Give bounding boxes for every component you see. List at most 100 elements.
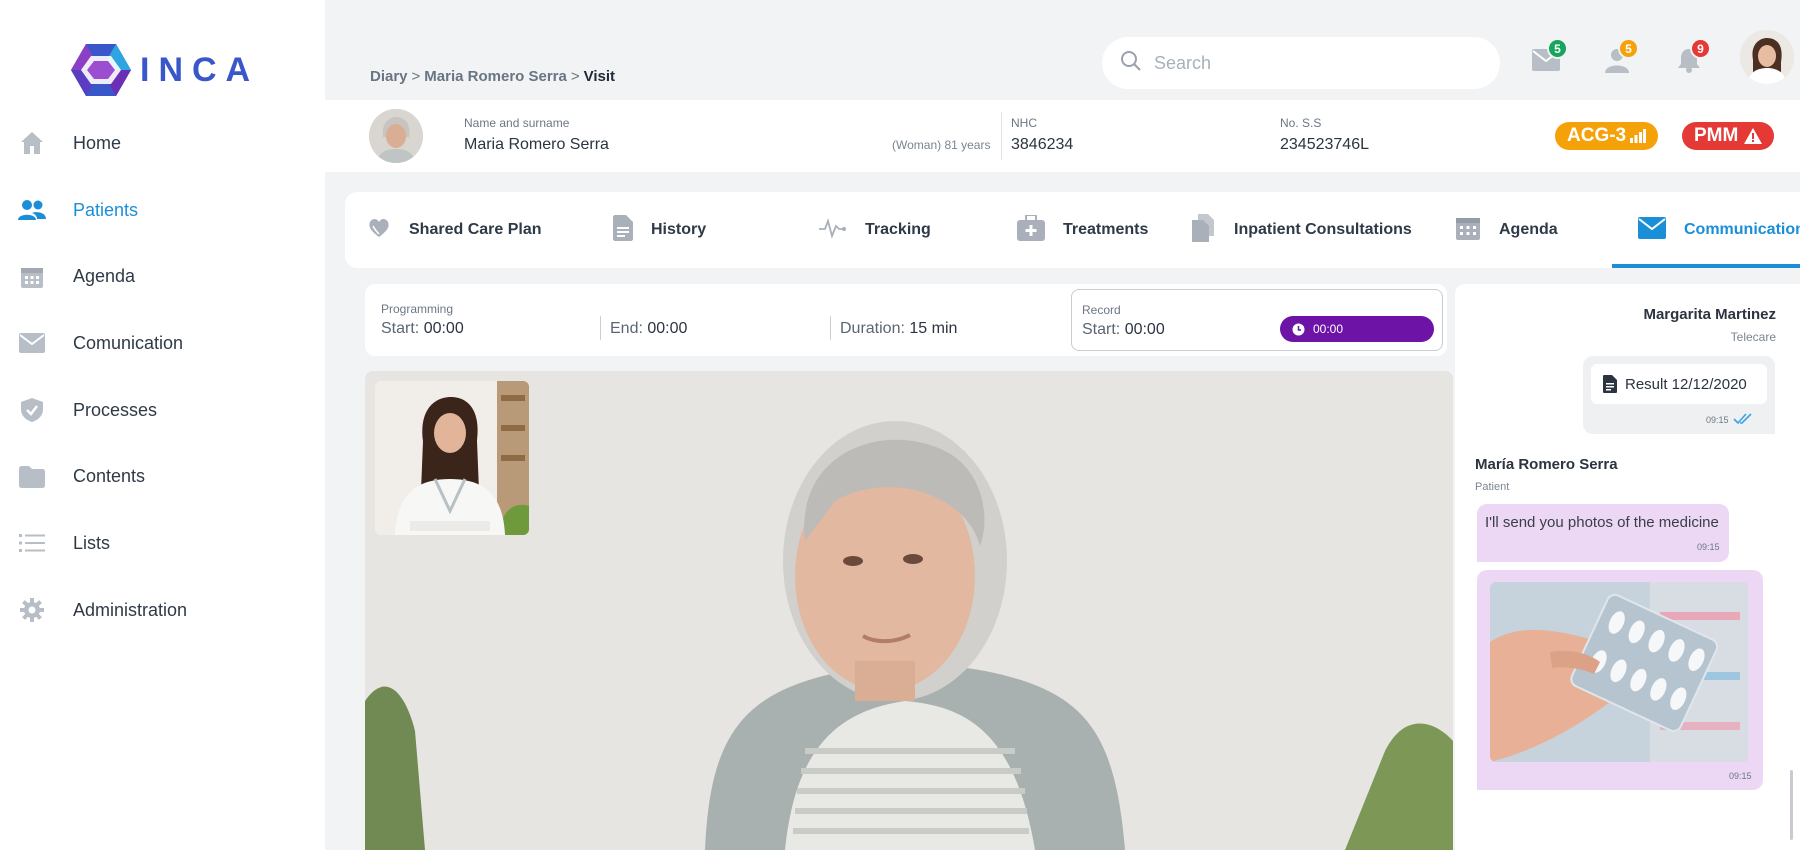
sidebar-item-label: Home [73, 132, 122, 153]
programming-duration: Duration: 15 min [840, 320, 958, 337]
acg-label: ACG-3 [1567, 125, 1627, 146]
tab-shared-care-plan[interactable]: Shared Care Plan [367, 192, 542, 268]
outgoing-message: Result 12/12/2020 09:15 [1583, 356, 1775, 434]
tab-label: History [651, 221, 707, 238]
logo-icon [71, 44, 131, 96]
divider [830, 316, 831, 340]
pulse-icon [819, 217, 847, 244]
tab-agenda[interactable]: Agenda [1455, 192, 1558, 268]
clock-icon [1292, 323, 1305, 336]
tab-inpatient-consultations[interactable]: Inpatient Consultations [1190, 192, 1412, 268]
tab-label: Tracking [865, 221, 931, 238]
breadcrumb: Diary > Maria Romero Serra > Visit [370, 68, 616, 85]
home-icon [18, 129, 46, 157]
field-label: NHC [1011, 116, 1037, 130]
sidebar-item-processes[interactable]: Processes [0, 377, 325, 444]
shield-check-icon [18, 396, 46, 424]
outgoing-sender: Margarita Martinez Telecare [1643, 306, 1776, 344]
programming-start: Start: 00:00 [381, 320, 464, 337]
doctor-video-thumbnail[interactable] [375, 381, 529, 535]
breadcrumb-current: Visit [583, 68, 616, 85]
sidebar-item-lists[interactable]: Lists [0, 510, 325, 577]
incoming-sender: María Romero Serra Patient [1475, 456, 1618, 493]
sidebar-nav: Home Patients Agenda Comunication Proces… [0, 110, 325, 644]
patient-name: Maria Romero Serra [464, 136, 609, 153]
medkit-icon [1017, 213, 1045, 246]
patient-age: (Woman) 81 years [892, 138, 991, 152]
sidebar-item-contents[interactable]: Contents [0, 443, 325, 510]
double-check-icon [1733, 412, 1753, 430]
files-icon [1190, 213, 1216, 247]
acg-tag[interactable]: ACG-3 [1555, 122, 1659, 150]
tab-label: Agenda [1499, 221, 1558, 238]
sidebar-item-label: Contents [73, 466, 146, 487]
field-label: No. S.S [1280, 116, 1322, 130]
ss-field: No. S.S 234523746L [1280, 116, 1369, 154]
duration-value: 15 min [909, 320, 958, 337]
record-start-value: 00:00 [1124, 321, 1165, 338]
breadcrumb-item[interactable]: Diary [370, 68, 408, 85]
sidebar-item-home[interactable]: Home [0, 110, 325, 177]
search-input[interactable] [1154, 52, 1474, 74]
tab-treatments[interactable]: Treatments [1017, 192, 1148, 268]
alerts-button[interactable]: 9 [1669, 38, 1711, 82]
record-timer-button[interactable]: 00:00 [1280, 316, 1434, 342]
user-avatar[interactable] [1740, 30, 1794, 84]
record-label: Record [1082, 303, 1121, 317]
video-call-area[interactable] [365, 371, 1453, 850]
search-bar [1102, 37, 1500, 89]
patient-name-field: Name and surname Maria Romero Serra [464, 116, 609, 154]
sidebar-item-label: Lists [73, 532, 111, 553]
tab-label: Treatments [1063, 221, 1149, 238]
attachment-name: Result 12/12/2020 [1625, 375, 1747, 393]
sender-name: Margarita Martinez [1643, 306, 1776, 323]
document-icon [613, 214, 633, 246]
signal-bars-icon [1630, 129, 1647, 143]
patient-tabs: Shared Care Plan History Tracking Treatm… [345, 192, 1800, 268]
chat-scrollbar[interactable] [1790, 770, 1793, 840]
incoming-image-message: 09:15 [1477, 570, 1763, 790]
calendar-icon [18, 263, 46, 291]
attachment-file[interactable]: Result 12/12/2020 [1591, 364, 1767, 404]
tab-communication[interactable]: Communication [1638, 192, 1800, 268]
sidebar: INCA Home Patients Agenda Comunication P… [0, 0, 325, 850]
pmm-label: PMM [1694, 125, 1739, 146]
programming-end: End: 00:00 [610, 320, 688, 337]
sender-role: Patient [1475, 481, 1510, 493]
ss-value: 234523746L [1280, 136, 1369, 153]
mail-icon [18, 329, 46, 357]
sender-name: María Romero Serra [1475, 456, 1618, 473]
folder-icon [18, 463, 46, 491]
record-start: Start: 00:00 [1082, 321, 1165, 338]
sidebar-item-label: Agenda [73, 266, 136, 287]
sidebar-item-administration[interactable]: Administration [0, 577, 325, 644]
message-time: 09:15 [1697, 542, 1720, 552]
nhc-value: 3846234 [1011, 136, 1074, 153]
divider [1001, 112, 1002, 160]
active-tab-indicator [1612, 264, 1800, 268]
breadcrumb-item[interactable]: Maria Romero Serra [424, 68, 567, 85]
users-button[interactable]: 5 [1597, 38, 1639, 82]
tab-history[interactable]: History [613, 192, 706, 268]
sidebar-item-patients[interactable]: Patients [0, 177, 325, 244]
nhc-field: NHC 3846234 [1011, 116, 1073, 154]
sidebar-item-comunication[interactable]: Comunication [0, 310, 325, 377]
patients-icon [18, 196, 46, 224]
sidebar-item-agenda[interactable]: Agenda [0, 243, 325, 310]
alerts-count-badge: 9 [1690, 38, 1711, 59]
record-time: 00:00 [1313, 322, 1344, 336]
app-logo[interactable]: INCA [70, 42, 259, 98]
pmm-tag[interactable]: PMM [1682, 122, 1775, 150]
sender-role: Telecare [1730, 330, 1776, 344]
tab-tracking[interactable]: Tracking [819, 192, 931, 268]
gear-icon [18, 596, 46, 624]
programming-label: Programming [381, 302, 454, 316]
search-icon [1120, 50, 1142, 77]
mail-icon [1638, 216, 1666, 244]
messages-button[interactable]: 5 [1526, 38, 1568, 82]
sidebar-item-label: Administration [73, 599, 188, 620]
chat-panel: Margarita Martinez Telecare Result 12/12… [1455, 284, 1800, 850]
patient-avatar [369, 109, 423, 163]
medicine-photo[interactable] [1490, 582, 1748, 762]
messages-count-badge: 5 [1547, 38, 1568, 59]
